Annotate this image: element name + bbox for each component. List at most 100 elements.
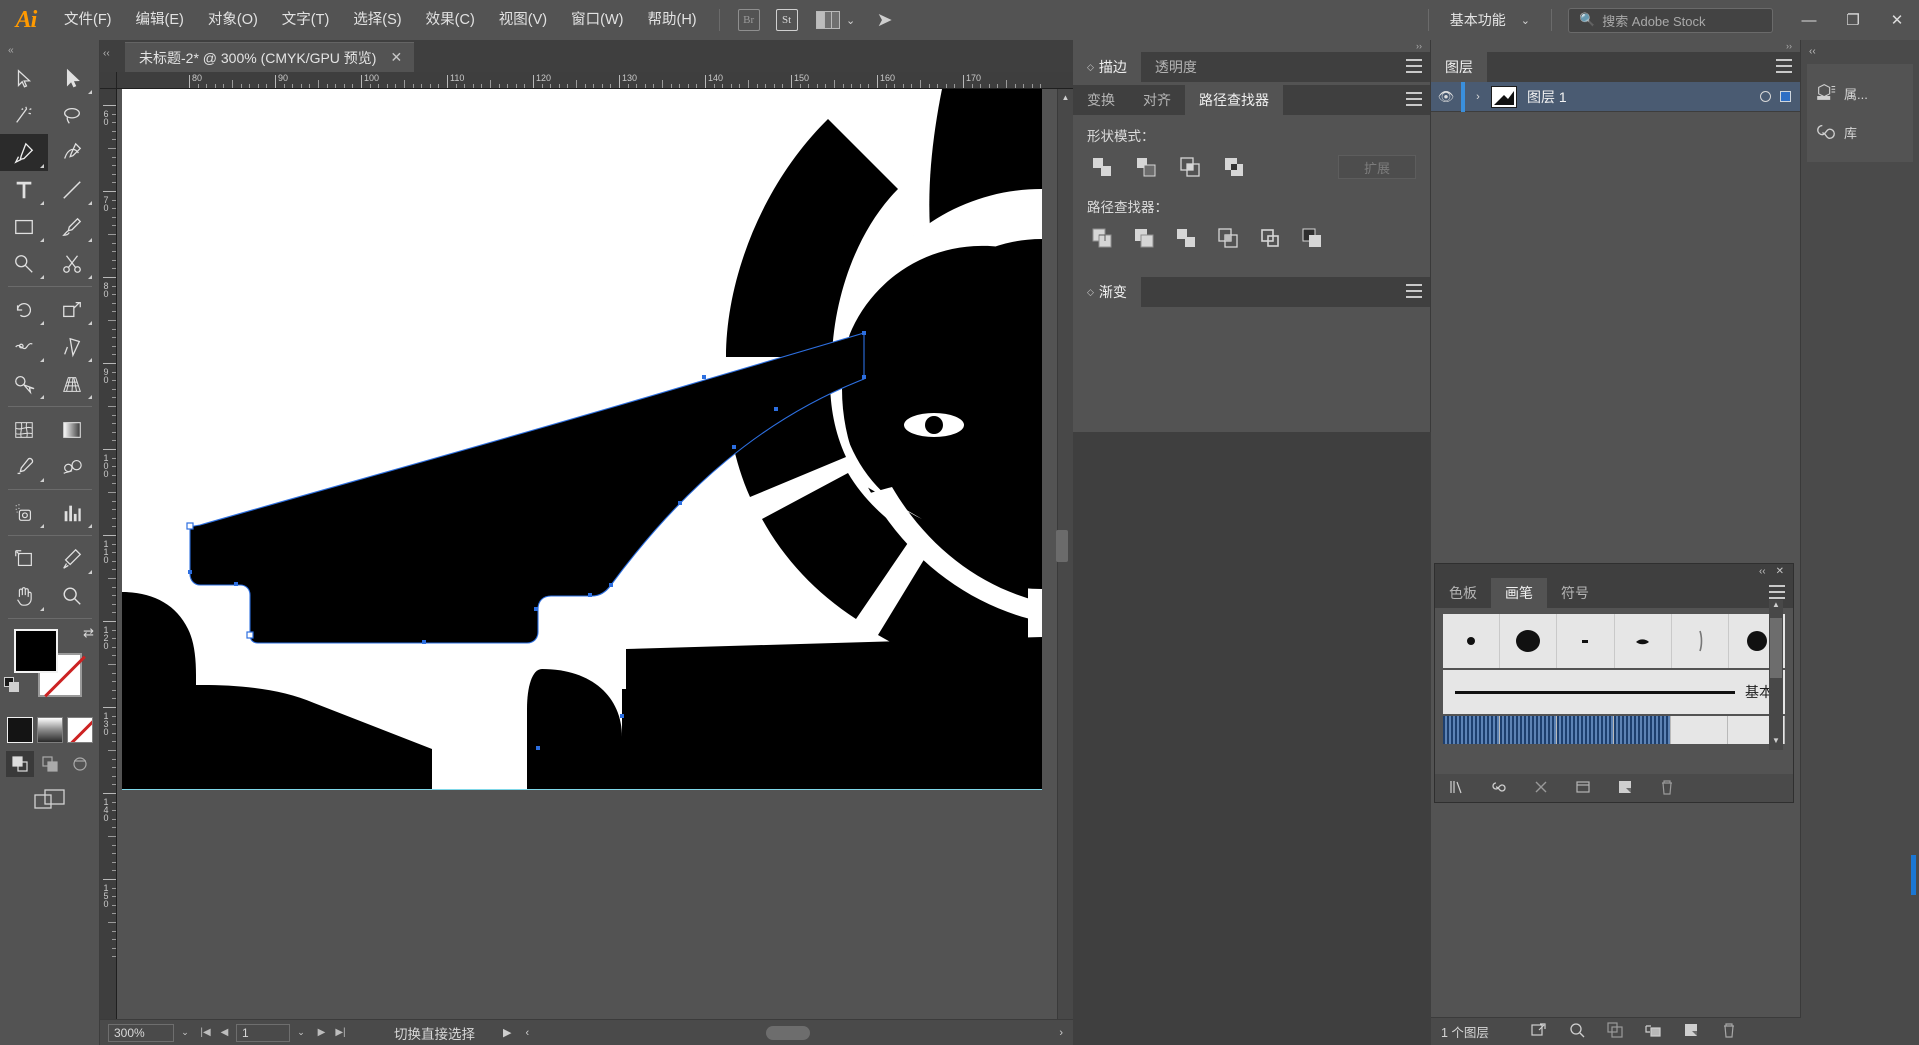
gradient-tool[interactable] [48,411,96,448]
trim-button[interactable] [1129,225,1159,251]
create-new-layer-icon[interactable] [1683,1022,1699,1041]
zoom-level-input[interactable]: 300% [108,1023,174,1042]
paintbrush-tool[interactable] [48,208,96,245]
tab-stroke[interactable]: ◇ 描边 [1073,52,1141,82]
scale-tool[interactable] [48,291,96,328]
panel-menu-icon[interactable] [1769,585,1785,599]
brush-pattern-row[interactable] [1443,716,1785,744]
tab-pathfinder[interactable]: 路径查找器 [1185,85,1283,115]
free-transform-tool[interactable] [48,328,96,365]
scroll-right-icon[interactable]: › [1059,1027,1063,1039]
minimize-button[interactable]: — [1787,0,1831,40]
stock-button[interactable]: St [773,8,801,32]
color-button[interactable] [6,717,33,743]
panel-menu-icon[interactable] [1406,59,1422,73]
selection-tool[interactable] [0,60,48,97]
bridge-button[interactable]: Br [735,8,763,32]
blend-tool[interactable] [48,448,96,485]
minus-back-button[interactable] [1297,225,1327,251]
tab-brushes[interactable]: 画笔 [1491,578,1547,608]
chevron-left-icon[interactable]: ‹‹ [103,48,110,59]
restore-button[interactable]: ❐ [1831,0,1875,40]
locate-object-icon[interactable] [1569,1022,1585,1041]
eyedropper-tool[interactable] [0,448,48,485]
pattern-brush-tile[interactable] [1557,716,1614,744]
outline-button[interactable] [1255,225,1285,251]
rail-item-libraries[interactable]: 库 [1807,113,1913,152]
merge-button[interactable] [1171,225,1201,251]
shaper-tool[interactable] [0,245,48,282]
brush-swatch[interactable] [1615,614,1672,668]
tab-swatches[interactable]: 色板 [1435,578,1491,608]
options-of-object-icon[interactable] [1575,779,1591,798]
canvas[interactable] [117,89,1057,1029]
arrange-documents-button[interactable]: ⌄ [811,8,861,32]
pattern-brush-tile[interactable] [1671,716,1728,744]
fill-swatch[interactable] [14,629,58,673]
intersect-button[interactable] [1175,154,1205,180]
screen-mode-button[interactable] [0,787,99,811]
tab-transform[interactable]: 变换 [1073,85,1129,115]
artboard-tool[interactable] [0,540,48,577]
panel-collapse-button[interactable]: ›› [1073,40,1430,52]
create-new-sublayer-icon[interactable] [1645,1022,1661,1041]
curvature-tool[interactable] [48,134,96,171]
tab-layers[interactable]: 图层 [1431,52,1487,82]
width-tool[interactable] [0,328,48,365]
eye-icon[interactable]: 👁 [1431,89,1461,105]
brush-basic-row[interactable]: 基本 [1443,670,1785,714]
search-input[interactable]: 🔍 搜索 Adobe Stock [1568,7,1773,33]
panel-splitter-handle[interactable] [1056,530,1068,562]
libraries-panel-icon[interactable] [1491,779,1507,798]
horizontal-scrollbar[interactable] [539,1025,1055,1040]
pattern-brush-tile[interactable] [1443,716,1500,744]
tools-collapse-button[interactable]: ‹‹ [0,40,99,60]
horizontal-ruler[interactable]: 80 90 100 110 120 130 140 150 160 170 [117,72,1073,89]
default-fill-stroke-icon[interactable] [4,677,20,693]
menu-object[interactable]: 对象(O) [196,0,270,40]
delete-brush-icon[interactable] [1659,779,1675,798]
mesh-tool[interactable] [0,411,48,448]
pattern-brush-tile[interactable] [1614,716,1671,744]
artboard[interactable] [122,89,1042,789]
crop-button[interactable] [1213,225,1243,251]
rail-item-properties[interactable]: 属... [1807,74,1913,113]
rotate-tool[interactable] [0,291,48,328]
draw-behind-button[interactable] [36,751,64,777]
rectangle-tool[interactable] [0,208,48,245]
type-tool[interactable] [0,171,48,208]
hand-tool[interactable] [0,577,48,614]
status-play-icon[interactable]: ▶ [503,1026,511,1039]
chevron-right-icon[interactable]: › [1465,91,1491,103]
unite-button[interactable] [1087,154,1117,180]
draw-normal-button[interactable] [5,751,34,777]
tab-symbols[interactable]: 符号 [1547,578,1603,608]
menu-window[interactable]: 窗口(W) [559,0,635,40]
slice-tool[interactable] [48,540,96,577]
tab-gradient[interactable]: ◇ 渐变 [1073,277,1141,307]
pen-tool[interactable] [0,134,48,171]
scroll-down-icon[interactable]: ▼ [1769,736,1783,750]
selection-indicator-icon[interactable] [1780,91,1791,102]
gradient-button[interactable] [36,717,63,743]
first-artboard-button[interactable]: |◀ [196,1027,215,1038]
minus-front-button[interactable] [1131,154,1161,180]
workspace-switcher[interactable]: 基本功能 ⌄ [1439,5,1541,35]
layer-name[interactable]: 图层 1 [1527,87,1567,107]
perspective-grid-tool[interactable] [48,365,96,402]
menu-select[interactable]: 选择(S) [341,0,413,40]
artwork-illustration[interactable] [122,89,1042,789]
scissors-tool[interactable] [48,245,96,282]
lasso-tool[interactable] [48,97,96,134]
brush-swatch[interactable] [1672,614,1729,668]
tab-transparency[interactable]: 透明度 [1140,52,1211,82]
release-to-layers-icon[interactable] [1531,1022,1547,1041]
layer-row[interactable]: 👁 › 图层 1 [1431,81,1800,112]
pattern-brush-tile[interactable] [1500,716,1557,744]
none-button[interactable] [66,717,93,743]
delete-layer-icon[interactable] [1721,1022,1737,1041]
collapse-icon[interactable]: ‹‹ [1759,566,1766,577]
scrollbar-thumb[interactable] [1770,618,1782,678]
menu-file[interactable]: 文件(F) [52,0,124,40]
discover-button[interactable]: ➤ [871,8,899,32]
